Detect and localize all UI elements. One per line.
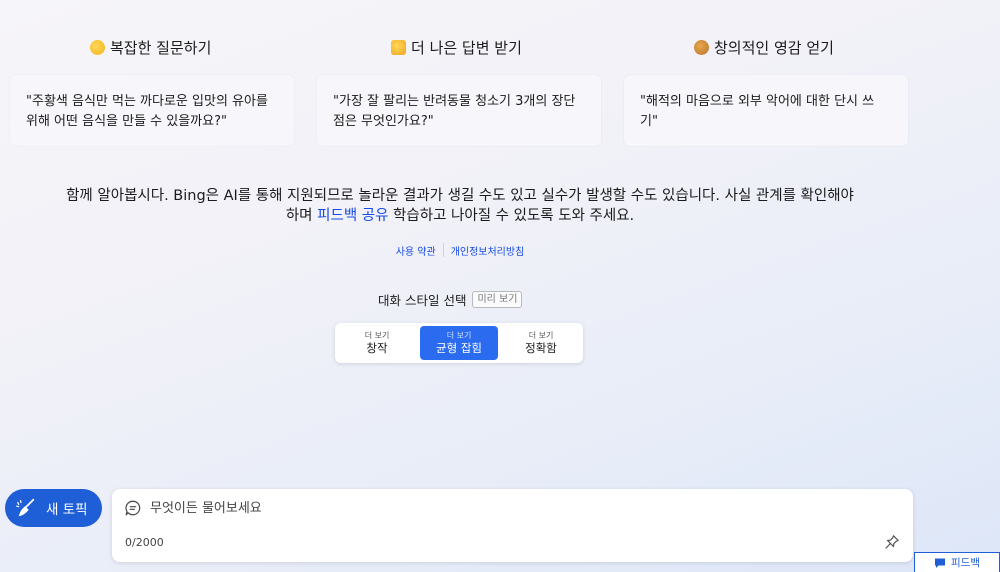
terms-link[interactable]: 사용 약관 bbox=[389, 243, 443, 258]
feedback-label: 피드백 bbox=[951, 557, 980, 569]
example-heading-complex: 복잡한 질문하기 bbox=[90, 36, 211, 58]
share-feedback-link[interactable]: 피드백 공유 bbox=[317, 208, 388, 224]
example-heading-better: 더 나은 답변 받기 bbox=[391, 36, 522, 58]
tone-name: 정확함 bbox=[525, 341, 557, 355]
broom-icon bbox=[16, 498, 35, 517]
tone-more-label: 더 보기 bbox=[364, 331, 390, 340]
example-heading-label: 창의적인 영감 얻기 bbox=[714, 38, 834, 57]
example-card-creative[interactable]: "해적의 마음으로 외부 악어에 대한 단시 쓰기" bbox=[624, 75, 908, 146]
tone-creative-button[interactable]: 더 보기 창작 bbox=[338, 326, 416, 360]
tone-selector: 더 보기 창작 더 보기 균형 잡힘 더 보기 정확함 bbox=[335, 323, 583, 363]
new-topic-button[interactable]: 새 토픽 bbox=[5, 489, 102, 527]
thinking-face-icon bbox=[90, 39, 105, 55]
tone-precise-button[interactable]: 더 보기 정확함 bbox=[502, 326, 580, 360]
preview-badge: 미리 보기 bbox=[472, 291, 523, 308]
raising-hands-icon bbox=[391, 39, 406, 55]
artist-palette-icon bbox=[694, 39, 709, 55]
example-heading-creative: 창의적인 영감 얻기 bbox=[694, 36, 834, 58]
chat-bubble-icon bbox=[125, 500, 141, 516]
tone-balanced-button[interactable]: 더 보기 균형 잡힘 bbox=[420, 326, 498, 360]
pin-icon[interactable] bbox=[884, 534, 900, 550]
example-headings: 복잡한 질문하기 더 나은 답변 받기 창의적인 영감 얻기 bbox=[0, 36, 1000, 58]
example-card-complex[interactable]: "주황색 음식만 먹는 까다로운 입맛의 유아를 위해 어떤 음식을 만들 수 … bbox=[10, 75, 294, 146]
chat-input-box: 0/2000 bbox=[112, 489, 913, 562]
feedback-button[interactable]: 피드백 bbox=[914, 552, 1000, 572]
disclaimer-after: 학습하고 나아질 수 있도록 도와 주세요. bbox=[388, 208, 635, 224]
legal-links: 사용 약관 개인정보처리방침 bbox=[0, 243, 920, 258]
tone-name: 창작 bbox=[366, 341, 388, 355]
example-heading-label: 더 나은 답변 받기 bbox=[411, 38, 522, 57]
example-heading-label: 복잡한 질문하기 bbox=[110, 38, 212, 57]
chat-input[interactable] bbox=[150, 498, 850, 518]
tone-label: 대화 스타일 선택 bbox=[378, 293, 467, 308]
example-card-better[interactable]: "가장 잘 팔리는 반려동물 청소기 3개의 장단점은 무엇인가요?" bbox=[317, 75, 601, 146]
feedback-icon bbox=[935, 558, 945, 568]
tone-label-row: 대화 스타일 선택 미리 보기 bbox=[378, 290, 523, 309]
privacy-link[interactable]: 개인정보처리방침 bbox=[444, 243, 532, 258]
tone-more-label: 더 보기 bbox=[528, 331, 554, 340]
new-topic-label: 새 토픽 bbox=[46, 502, 88, 518]
tone-more-label: 더 보기 bbox=[446, 331, 472, 340]
char-counter: 0/2000 bbox=[125, 536, 164, 549]
tone-name: 균형 잡힘 bbox=[436, 341, 482, 355]
disclaimer-text: 함께 알아봅시다. Bing은 AI를 통해 지원되므로 놀라운 결과가 생길 … bbox=[60, 186, 860, 226]
